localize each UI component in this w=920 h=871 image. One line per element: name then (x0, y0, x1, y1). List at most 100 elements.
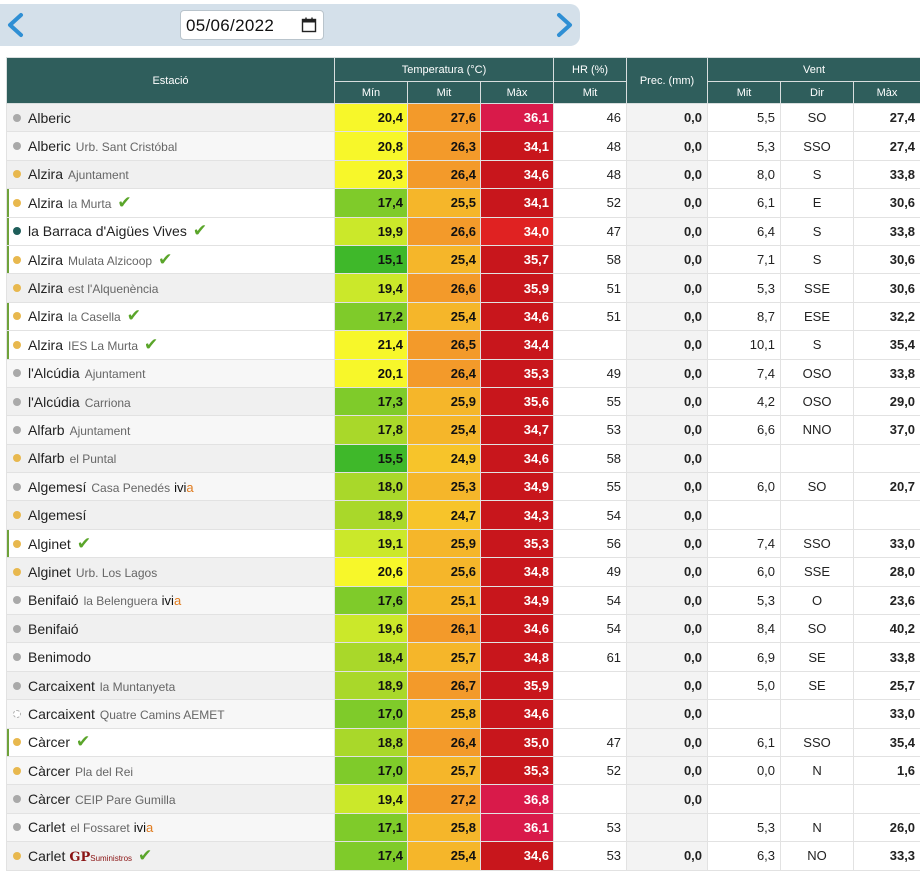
station-cell[interactable]: Alfarbel Puntal (7, 444, 335, 472)
station-name[interactable]: Benimodo (28, 649, 91, 665)
station-name[interactable]: Alzira (28, 308, 63, 324)
table-row[interactable]: CàrcerPla del Rei17,025,735,3520,00,0N1,… (7, 756, 920, 784)
table-row[interactable]: Alziraest l'Alquenència19,426,635,9510,0… (7, 274, 920, 302)
station-cell[interactable]: AlbericUrb. Sant Cristóbal (7, 132, 335, 160)
table-row[interactable]: l'AlcúdiaAjuntament20,126,435,3490,07,4O… (7, 359, 920, 387)
station-cell[interactable]: Alginet✔ (7, 529, 335, 557)
table-row[interactable]: CarcaixentQuatre Camins AEMET17,025,834,… (7, 700, 920, 728)
wind-dir-cell: SSE (781, 274, 854, 302)
station-cell[interactable]: Carcaixentla Muntanyeta (7, 671, 335, 699)
station-cell[interactable]: Alzirala Casella✔ (7, 302, 335, 330)
date-input[interactable]: 05/06/2022 (180, 10, 324, 40)
col-header-temp-max[interactable]: Màx (481, 82, 554, 104)
station-name[interactable]: Algemesí (28, 507, 86, 523)
chevron-left-icon[interactable] (4, 12, 28, 38)
station-cell[interactable]: CàrcerCEIP Pare Gumilla (7, 785, 335, 813)
station-cell[interactable]: Benifaió (7, 615, 335, 643)
table-row[interactable]: AlziraIES La Murta✔21,426,534,40,010,1S3… (7, 331, 920, 359)
table-row[interactable]: AlfarbAjuntament17,825,434,7530,06,6NNO3… (7, 416, 920, 444)
station-name[interactable]: Algemesí (28, 479, 86, 495)
table-row[interactable]: AlgemesíCasa Penedésivia18,025,334,9550,… (7, 473, 920, 501)
status-dot-icon (13, 710, 21, 718)
station-name[interactable]: Carcaixent (28, 706, 95, 722)
table-row[interactable]: CarletGPSuministros✔17,425,434,6530,06,3… (7, 842, 920, 870)
table-row[interactable]: Alzirala Murta✔17,425,534,1520,06,1E30,6 (7, 189, 920, 217)
table-row[interactable]: Algemesí18,924,734,3540,0 (7, 501, 920, 529)
station-name[interactable]: Alfarb (28, 450, 65, 466)
station-name[interactable]: Alzira (28, 280, 63, 296)
table-row[interactable]: Càrcer✔18,826,435,0470,06,1SSO35,4 (7, 728, 920, 756)
col-header-prec[interactable]: Prec. (mm) (627, 58, 708, 104)
station-cell[interactable]: CàrcerPla del Rei (7, 756, 335, 784)
station-cell[interactable]: CarletGPSuministros✔ (7, 842, 335, 870)
station-cell[interactable]: CarcaixentQuatre Camins AEMET (7, 700, 335, 728)
station-name[interactable]: Càrcer (28, 791, 70, 807)
station-name[interactable]: Càrcer (28, 734, 70, 750)
station-cell[interactable]: AlziraIES La Murta✔ (7, 331, 335, 359)
table-row[interactable]: AlziraAjuntament20,326,434,6480,08,0S33,… (7, 160, 920, 188)
station-name[interactable]: Alzira (28, 252, 63, 268)
station-name[interactable]: Alzira (28, 337, 63, 353)
station-name[interactable]: Alberic (28, 138, 71, 154)
table-row[interactable]: CàrcerCEIP Pare Gumilla19,427,236,80,0 (7, 785, 920, 813)
col-header-temp-min[interactable]: Mín (335, 82, 408, 104)
station-cell[interactable]: AlfarbAjuntament (7, 416, 335, 444)
col-header-hr-mit[interactable]: Mit (554, 82, 627, 104)
col-header-temp-mit[interactable]: Mit (408, 82, 481, 104)
station-cell[interactable]: Alberic (7, 104, 335, 132)
col-header-wind-mit[interactable]: Mit (708, 82, 781, 104)
station-name[interactable]: Benifaió (28, 592, 79, 608)
station-name[interactable]: l'Alcúdia (28, 394, 80, 410)
station-cell[interactable]: Algemesí (7, 501, 335, 529)
temp-max-cell: 34,1 (481, 189, 554, 217)
col-header-wind-dir[interactable]: Dir (781, 82, 854, 104)
station-name[interactable]: Carlet (28, 819, 65, 835)
table-row[interactable]: Carcaixentla Muntanyeta18,926,735,90,05,… (7, 671, 920, 699)
table-row[interactable]: l'AlcúdiaCarriona17,325,935,6550,04,2OSO… (7, 387, 920, 415)
station-cell[interactable]: Càrcer✔ (7, 728, 335, 756)
temp-mit-cell: 26,6 (408, 217, 481, 245)
table-row[interactable]: Alginet✔19,125,935,3560,07,4SSO33,0 (7, 529, 920, 557)
station-name[interactable]: Alginet (28, 536, 71, 552)
table-row[interactable]: Alzirala Casella✔17,225,434,6510,08,7ESE… (7, 302, 920, 330)
station-cell[interactable]: Benimodo (7, 643, 335, 671)
station-name[interactable]: Benifaió (28, 621, 79, 637)
station-name[interactable]: Alginet (28, 564, 71, 580)
table-row[interactable]: Alberic20,427,636,1460,05,5SO27,4 (7, 104, 920, 132)
station-cell[interactable]: l'AlcúdiaAjuntament (7, 359, 335, 387)
calendar-icon[interactable] (301, 17, 317, 38)
station-name[interactable]: Alzira (28, 166, 63, 182)
station-name[interactable]: Càrcer (28, 763, 70, 779)
table-row[interactable]: Alfarbel Puntal15,524,934,6580,0 (7, 444, 920, 472)
station-cell[interactable]: l'AlcúdiaCarriona (7, 387, 335, 415)
station-name[interactable]: Alzira (28, 195, 63, 211)
station-location: Mulata Alzicoop (68, 254, 152, 268)
table-row[interactable]: la Barraca d'Aigües Vives✔19,926,634,047… (7, 217, 920, 245)
station-name[interactable]: l'Alcúdia (28, 365, 80, 381)
station-cell[interactable]: AlziraMulata Alzicoop✔ (7, 245, 335, 273)
station-cell[interactable]: Carletel Fossaretivia (7, 813, 335, 841)
station-cell[interactable]: Benifaióla Belengueraivia (7, 586, 335, 614)
station-cell[interactable]: AlziraAjuntament (7, 160, 335, 188)
station-cell[interactable]: Alzirala Murta✔ (7, 189, 335, 217)
col-header-station[interactable]: Estació (7, 58, 335, 104)
station-cell[interactable]: AlgemesíCasa Penedésivia (7, 473, 335, 501)
station-name[interactable]: Alfarb (28, 422, 65, 438)
col-header-wind-max[interactable]: Màx (854, 82, 920, 104)
station-cell[interactable]: la Barraca d'Aigües Vives✔ (7, 217, 335, 245)
chevron-right-icon[interactable] (552, 12, 576, 38)
station-name[interactable]: la Barraca d'Aigües Vives (28, 223, 187, 239)
station-name[interactable]: Carcaixent (28, 678, 95, 694)
table-row[interactable]: Benifaió19,626,134,6540,08,4SO40,2 (7, 615, 920, 643)
table-row[interactable]: AlginetUrb. Los Lagos20,625,634,8490,06,… (7, 558, 920, 586)
table-row[interactable]: AlziraMulata Alzicoop✔15,125,435,7580,07… (7, 245, 920, 273)
station-name[interactable]: Alberic (28, 110, 71, 126)
table-row[interactable]: AlbericUrb. Sant Cristóbal20,826,334,148… (7, 132, 920, 160)
temp-max-cell: 35,3 (481, 756, 554, 784)
station-cell[interactable]: Alziraest l'Alquenència (7, 274, 335, 302)
station-cell[interactable]: AlginetUrb. Los Lagos (7, 558, 335, 586)
table-row[interactable]: Benimodo18,425,734,8610,06,9SE33,8 (7, 643, 920, 671)
table-row[interactable]: Benifaióla Belengueraivia17,625,134,9540… (7, 586, 920, 614)
table-row[interactable]: Carletel Fossaretivia17,125,836,1535,3N2… (7, 813, 920, 841)
station-name[interactable]: Carlet (28, 848, 65, 864)
